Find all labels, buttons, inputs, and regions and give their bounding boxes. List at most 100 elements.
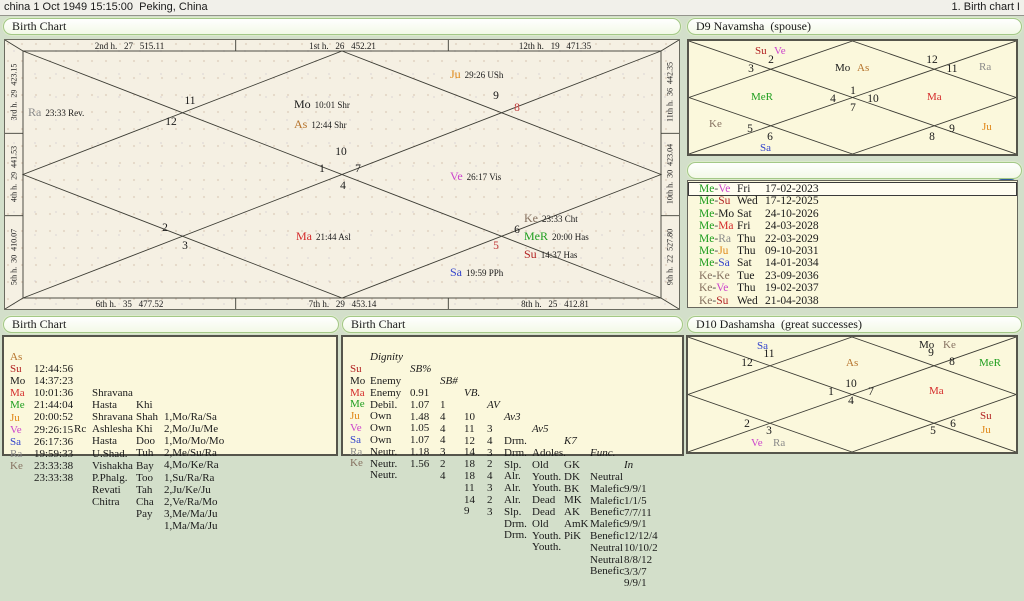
- dasha-row[interactable]: Me-Su Wed 17-12-2025: [689, 195, 1016, 207]
- house-sign-number: 9: [493, 90, 499, 102]
- dasha-date: 17-12-2025: [765, 195, 819, 208]
- dasha-row[interactable]: Me-Ma Fri 24-03-2028: [689, 220, 1016, 232]
- house-sign-number: 3: [766, 425, 772, 437]
- house-cusp-label-6th: 6th h. 35 477.52: [95, 299, 164, 309]
- house-sign-number: 10: [867, 93, 879, 105]
- house-sign-number: 9: [949, 123, 955, 135]
- planet-label: Ve 26:17 Vis: [450, 169, 502, 183]
- dasha-weekday: Fri: [737, 220, 751, 233]
- planet-label: Su: [755, 45, 767, 57]
- dasha-row[interactable]: Me-Sa Sat 14-01-2034: [689, 257, 1016, 269]
- table-row: Sa 19:59:33 P.Phalg. Tah 2,Ve/Ra/Mo: [10, 435, 218, 508]
- house-cusp-label-11th: 11th h. 36 442.35: [665, 62, 675, 122]
- dasha-date: 23-09-2036: [765, 269, 819, 282]
- table-row: As 12:44:56 Shravana Khi 1,Mo/Ra/Sa: [10, 351, 217, 423]
- vimshottari-header: Vimshottari − + ▲ ▼: [687, 162, 1022, 239]
- table-row: Su 14:37:23 Hasta Shah 2,Mo/Ju/Me: [10, 363, 219, 436]
- birth-chart-diagram[interactable]: 2nd h. 27 515.11 1st h. 26 452.21 12th h…: [4, 39, 680, 310]
- planet-label: Ra: [979, 61, 992, 73]
- dasha-row[interactable]: Me-Ju Thu 09-10-2031: [689, 245, 1016, 257]
- house-sign-number: 6: [514, 224, 520, 236]
- table-row: Sa Neutr. 1.56 4 11 2 Slp. Old PiK Neutr…: [350, 433, 653, 566]
- dasha-date: 22-03-2029: [765, 232, 819, 245]
- planet-label: Ju 29:26 USh: [450, 67, 504, 81]
- dasha-weekday: Thu: [737, 282, 756, 295]
- planet-label: MeR: [751, 91, 773, 103]
- house-cusp-label-1st: 1st h. 26 452.21: [309, 41, 376, 51]
- house-sign-number: 7: [868, 386, 874, 398]
- planet-label: Ke 23:33 Cht: [524, 211, 578, 225]
- planet-label: Mo 10:01 Shr: [294, 97, 350, 111]
- planet-label: Ra 23:33 Rev.: [28, 105, 85, 119]
- house-sign-number: 8: [929, 131, 935, 143]
- planet-label: Ma: [927, 91, 942, 103]
- table-row: Su Enemy 0.91 1 10 3 Drm. Adoles. GK Neu…: [350, 363, 647, 495]
- house-sign-number: 1: [850, 85, 856, 97]
- house-sign-number: 4: [340, 180, 346, 192]
- planet-label: As 12:44 Shr: [294, 117, 347, 131]
- planet-label: Ve: [774, 45, 786, 57]
- planet-label: MeR 20:00 Has: [524, 229, 589, 243]
- house-sign-number: 5: [930, 425, 936, 437]
- table-row: Ra 23:33:38 Revati Cha 3,Me/Ma/Ju: [10, 447, 218, 520]
- table-row: Mo Enemy 1.07 4 11 4 Drm. Old DK Malefic…: [350, 374, 647, 507]
- dasha-row[interactable]: Ke-Ke Tue 23-09-2036: [689, 270, 1016, 282]
- table-row: Ke Neutr. 9 Drm. Youth. Benefic 9/9/1: [350, 457, 647, 590]
- house-sign-number: 8: [514, 102, 520, 114]
- dasha-weekday: Sat: [737, 207, 752, 220]
- house-sign-number: 12: [165, 116, 177, 128]
- house-cusp-label-12th: 12th h. 19 471.35: [518, 41, 592, 51]
- house-sign-number: 7: [355, 163, 361, 175]
- dasha-weekday: Thu: [737, 232, 756, 245]
- dasha-row[interactable]: Me-Mo Sat 24-10-2026: [689, 208, 1016, 220]
- planet-label: Sa 19:59 PPh: [450, 265, 504, 279]
- planet-label: Mo: [919, 339, 935, 351]
- chart-lines: [5, 40, 679, 309]
- planet-label: Ma: [929, 385, 944, 397]
- table-row: Ke 23:33:38 Chitra Pay 1,Ma/Ma/Ju: [10, 459, 218, 532]
- dasha-date: 24-10-2026: [765, 207, 819, 220]
- house-sign-number: 12: [741, 357, 753, 369]
- dasha-row[interactable]: Ke-Su Wed 21-04-2038: [689, 295, 1016, 307]
- house-sign-number: 8: [949, 356, 955, 368]
- title-bar: china 1 Oct 1949 15:15:00 Peking, China …: [0, 0, 1024, 16]
- house-cusp-label-10th: 10th h. 30 423.04: [665, 143, 675, 205]
- house-sign-number: 1: [319, 163, 325, 175]
- dasha-row[interactable]: Me-Ve Fri 17-02-2023: [688, 182, 1017, 196]
- table-header-row: Dignity SB% SB# VB. AV Av3 Av5 K7 Func. …: [370, 351, 634, 471]
- dasha-date: 09-10-2031: [765, 245, 819, 257]
- house-sign-number: 3: [182, 240, 188, 252]
- d9-header: D9 Navamsha (spouse): [687, 18, 1022, 35]
- dasha-date: 19-02-2037: [765, 282, 819, 295]
- house-sign-number: 10: [335, 146, 347, 158]
- planet-label: Su: [980, 410, 992, 422]
- d9-chart-diagram[interactable]: 2 3 12 11 1 4 10 7 5 6 8 9 Su Ve Mo As R…: [687, 39, 1018, 156]
- table1-header: Birth Chart: [3, 316, 339, 333]
- d9-chart-lines: [689, 41, 1016, 154]
- chart-title-datetime: china 1 Oct 1949 15:15:00 Peking, China: [4, 1, 208, 13]
- planet-label: Su 14:37 Has: [524, 247, 578, 261]
- planet-label: Mo: [835, 62, 851, 74]
- house-cusp-label-7th: 7th h. 29 453.14: [308, 299, 377, 309]
- house-sign-number: 7: [850, 102, 856, 114]
- dasha-weekday: Sat: [737, 257, 752, 270]
- dasha-row[interactable]: Me-Ra Thu 22-03-2029: [689, 233, 1016, 245]
- table-row: Ma 21:44:04 Ashlesha Doo 2,Me/Su/Ra: [10, 387, 217, 460]
- house-sign-number: 4: [848, 395, 854, 407]
- dasha-list[interactable]: Me-Ve Fri 17-02-2023 Me-Su Wed 17-12-202…: [687, 180, 1018, 308]
- planet-label: Sa: [757, 340, 768, 352]
- dasha-weekday: Wed: [737, 294, 758, 307]
- dasha-weekday: Wed: [737, 195, 758, 208]
- house-cusp-label-8th: 8th h. 25 412.81: [521, 299, 589, 309]
- house-sign-number: 5: [747, 123, 753, 135]
- house-sign-number: 2: [768, 54, 774, 66]
- dasha-row[interactable]: Ke-Ve Thu 19-02-2037: [689, 282, 1016, 294]
- planet-label: As: [846, 357, 859, 369]
- planet-label: Ke: [709, 118, 722, 130]
- house-sign-number: 10: [845, 378, 857, 390]
- house-sign-number: 6: [950, 418, 956, 430]
- d10-chart-diagram[interactable]: 12 11 9 8 10 1 7 4 2 3 5 6 Sa As Mo Ke M…: [686, 335, 1018, 454]
- dasha-date: 14-01-2034: [765, 257, 819, 270]
- house-sign-number: 2: [162, 222, 168, 234]
- dasha-date: 21-04-2038: [765, 294, 819, 307]
